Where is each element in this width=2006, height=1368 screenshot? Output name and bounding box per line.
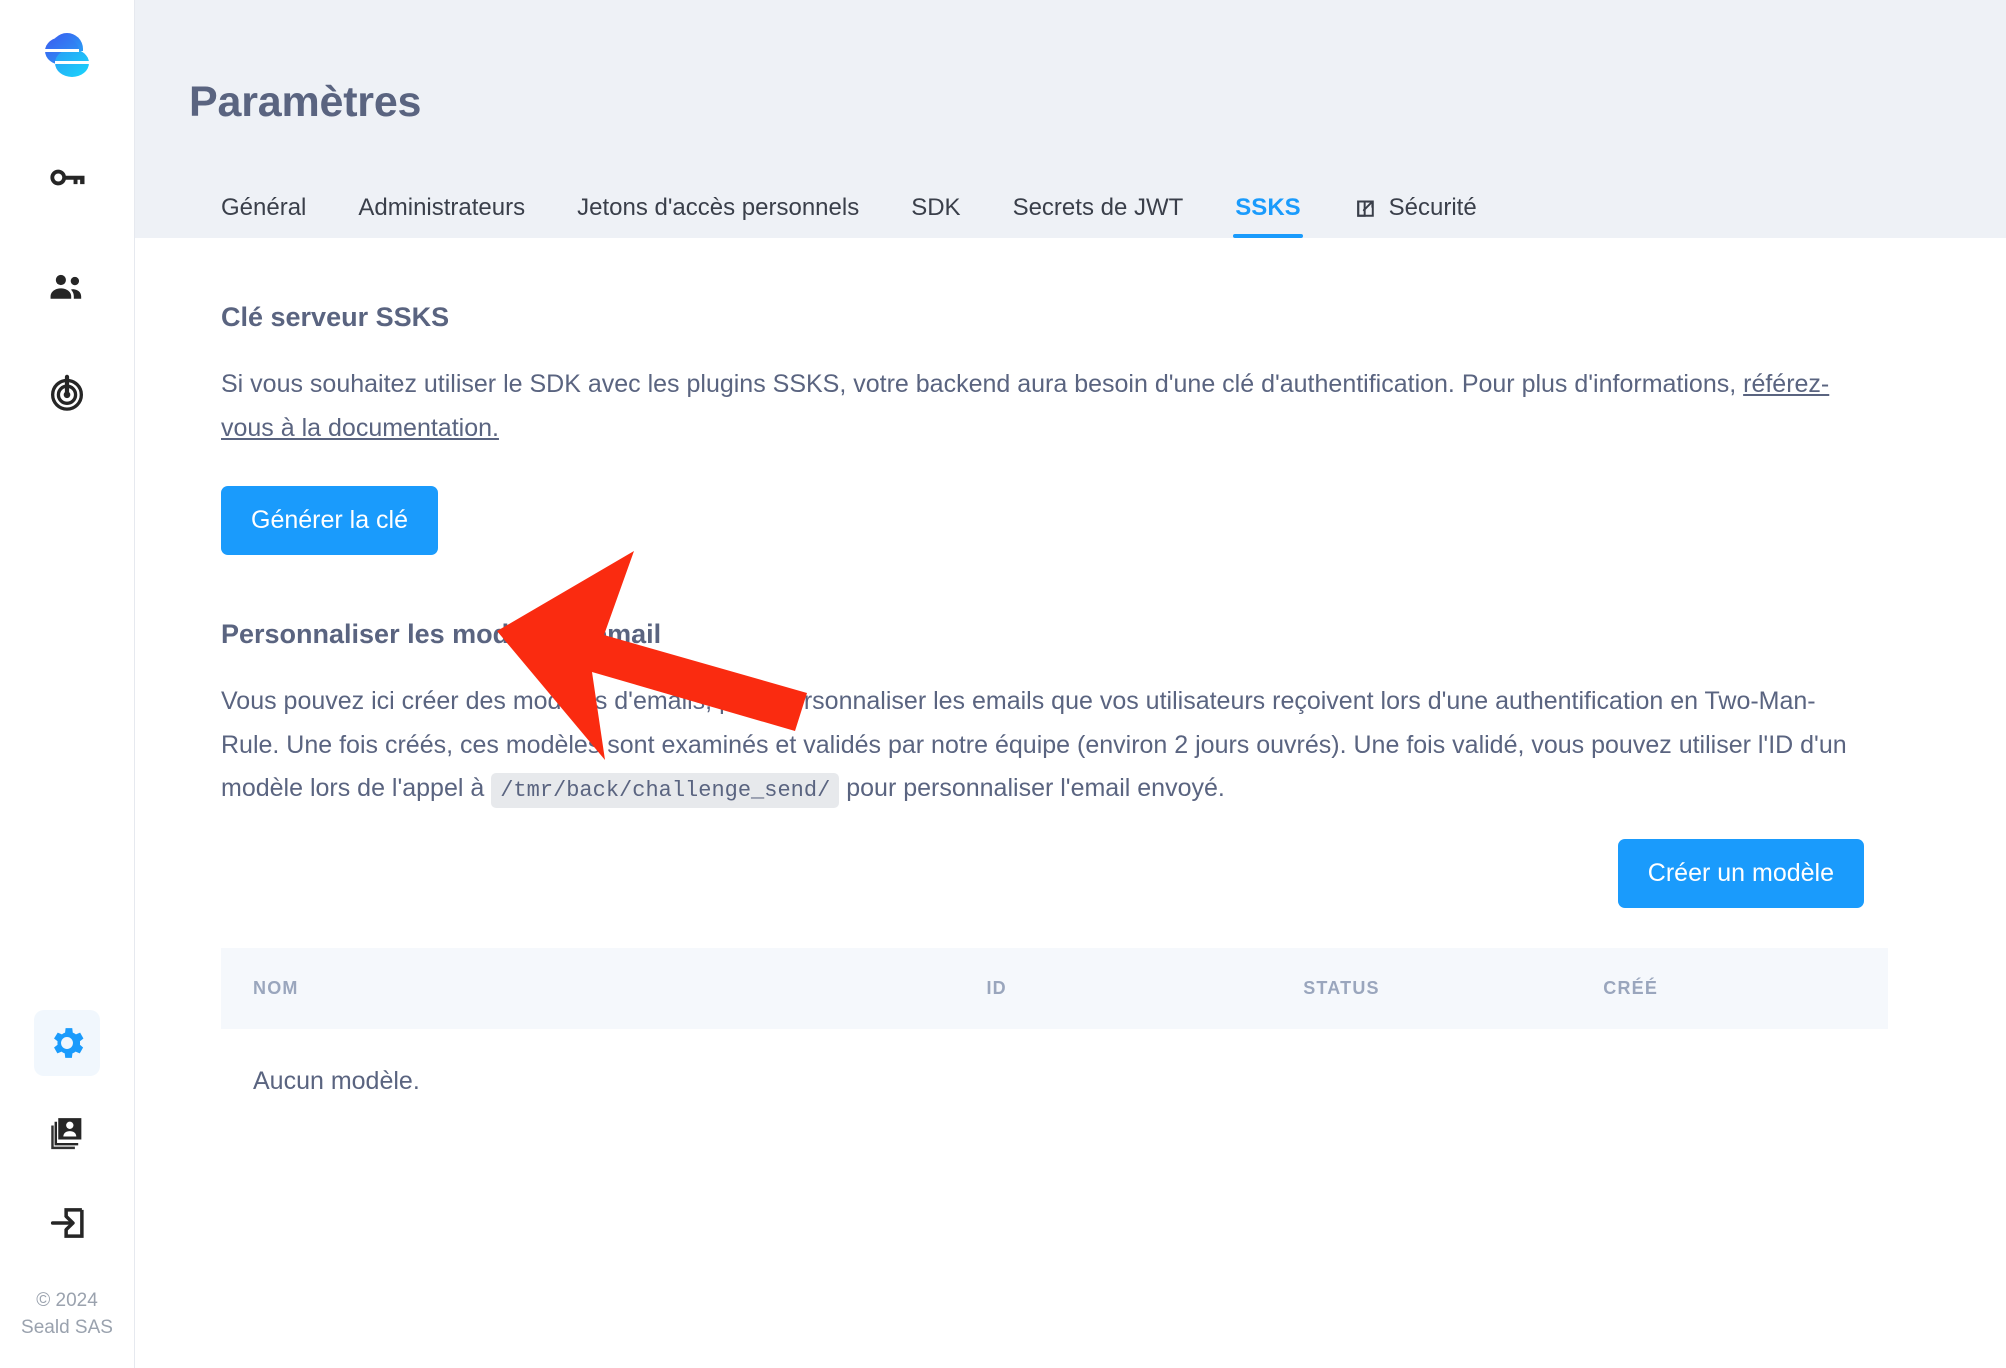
main-column: Paramètres Général Administrateurs Jeton… — [135, 0, 2006, 1368]
seald-logo[interactable] — [32, 22, 102, 92]
table-header-row: NOM ID STATUS CRÉÉ — [221, 947, 1888, 1029]
sidebar-nav-bottom — [34, 1010, 100, 1256]
empty-state-message: Aucun modèle. — [253, 1066, 420, 1095]
sidebar-nav-top — [34, 148, 100, 426]
copyright-line: © 2024 — [36, 1289, 98, 1311]
column-header-id[interactable]: ID — [954, 948, 1271, 1029]
sidebar-item-contacts[interactable] — [34, 1100, 100, 1166]
tab-label: SSKS — [1235, 194, 1301, 221]
external-link-icon — [1353, 196, 1378, 221]
address-book-icon — [46, 1112, 88, 1154]
column-header-status[interactable]: STATUS — [1271, 948, 1571, 1029]
tab-ssks[interactable]: SSKS — [1209, 194, 1326, 238]
ssks-key-description-text: Si vous souhaitez utiliser le SDK avec l… — [221, 370, 1744, 398]
tab-label: Général — [221, 194, 307, 221]
templates-table: NOM ID STATUS CRÉÉ Aucun modèle. — [221, 947, 1888, 1096]
radar-icon — [46, 372, 88, 414]
tab-label: Secrets de JWT — [1012, 194, 1184, 221]
sidebar-item-users[interactable] — [34, 254, 100, 320]
templates-table-body: Aucun modèle. — [221, 1029, 1888, 1096]
sidebar-footer: © 2024 Seald SAS — [0, 1287, 134, 1342]
company-line: Seald SAS — [21, 1317, 113, 1339]
table-empty-row: Aucun modèle. — [221, 1029, 1888, 1096]
tab-label: Sécurité — [1388, 194, 1477, 221]
sidebar-item-keys[interactable] — [34, 148, 100, 214]
column-header-nom[interactable]: NOM — [221, 948, 954, 1029]
sidebar-item-activity[interactable] — [34, 360, 100, 426]
page-header: Paramètres Général Administrateurs Jeton… — [135, 0, 2006, 238]
people-icon — [46, 266, 88, 308]
generate-key-button[interactable]: Générer la clé — [221, 486, 439, 555]
email-templates-text-part2: pour personnaliser l'email envoyé. — [839, 774, 1225, 802]
sidebar-item-logout[interactable] — [34, 1190, 100, 1256]
templates-table-head: NOM ID STATUS CRÉÉ — [221, 947, 1888, 1029]
tab-general[interactable]: Général — [221, 194, 332, 238]
settings-tabs: Général Administrateurs Jetons d'accès p… — [189, 194, 2006, 238]
create-template-button[interactable]: Créer un modèle — [1617, 838, 1864, 908]
tab-jetons-acces-personnels[interactable]: Jetons d'accès personnels — [551, 194, 885, 238]
create-template-button-row: Créer un modèle — [221, 838, 1888, 908]
tab-label: Administrateurs — [358, 194, 526, 221]
app-root: © 2024 Seald SAS Paramètres Général Admi… — [0, 0, 2006, 1368]
page-title: Paramètres — [189, 78, 422, 126]
email-templates-description: Vous pouvez ici créer des modèles d'emai… — [221, 680, 1871, 811]
tab-sdk[interactable]: SDK — [885, 194, 986, 238]
gear-icon — [46, 1022, 88, 1064]
tab-label: SDK — [911, 194, 961, 221]
ssks-key-description: Si vous souhaitez utiliser le SDK avec l… — [221, 363, 1871, 450]
content-area: Clé serveur SSKS Si vous souhaitez utili… — [135, 238, 2006, 1368]
column-header-cree[interactable]: CRÉÉ — [1571, 948, 1888, 1029]
sidebar-item-settings[interactable] — [34, 1010, 100, 1076]
challenge-send-endpoint-code: /tmr/back/challenge_send/ — [491, 773, 840, 808]
tab-securite[interactable]: Sécurité — [1327, 194, 1503, 238]
email-templates-title: Personnaliser les modèles d'email — [221, 619, 662, 649]
logout-icon — [46, 1202, 88, 1244]
tab-administrateurs[interactable]: Administrateurs — [332, 194, 551, 238]
tab-secrets-de-jwt[interactable]: Secrets de JWT — [987, 194, 1210, 238]
key-icon — [46, 160, 88, 202]
tab-label: Jetons d'accès personnels — [577, 194, 860, 221]
ssks-key-title: Clé serveur SSKS — [221, 302, 450, 332]
sidebar: © 2024 Seald SAS — [0, 0, 135, 1368]
